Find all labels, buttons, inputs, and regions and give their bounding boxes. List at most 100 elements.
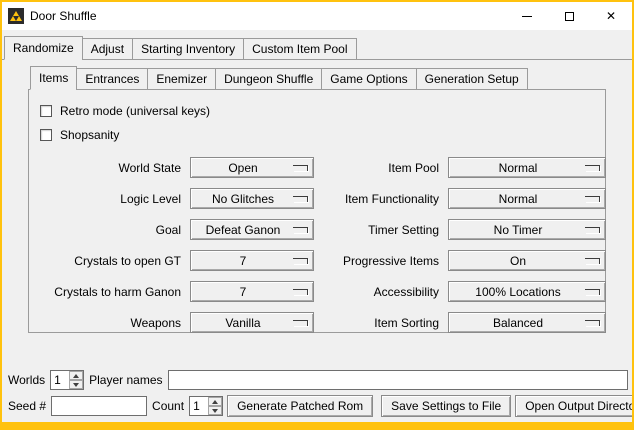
crystals-ganon-dropdown[interactable]: 7: [190, 281, 314, 302]
timer-setting-value: No Timer: [494, 223, 543, 237]
down-arrow-icon: [212, 409, 218, 413]
goal-value: Defeat Ganon: [206, 223, 281, 237]
weapons-value: Vanilla: [225, 316, 260, 330]
item-functionality-value: Normal: [499, 192, 538, 206]
item-pool-value: Normal: [499, 161, 538, 175]
tab-dungeon-shuffle[interactable]: Dungeon Shuffle: [215, 68, 322, 90]
tab-generation-setup[interactable]: Generation Setup: [416, 68, 528, 90]
window: Door Shuffle ✕ Randomize Adjust Starting…: [0, 0, 634, 430]
maximize-icon: [565, 12, 574, 21]
crystals-gt-dropdown[interactable]: 7: [190, 250, 314, 271]
player-names-input[interactable]: [168, 370, 629, 390]
minimize-button[interactable]: [506, 2, 548, 30]
accessibility-dropdown[interactable]: 100% Locations: [448, 281, 606, 302]
worlds-row: Worlds Player names: [7, 370, 628, 390]
dropdown-indicator-icon: [293, 258, 308, 264]
close-icon: ✕: [606, 10, 616, 22]
world-state-value: Open: [228, 161, 257, 175]
crystals-ganon-value: 7: [240, 285, 247, 299]
item-functionality-dropdown[interactable]: Normal: [448, 188, 606, 209]
tab-game-options[interactable]: Game Options: [321, 68, 416, 90]
app-icon: [8, 8, 24, 24]
progressive-items-value: On: [510, 254, 526, 268]
close-button[interactable]: ✕: [590, 2, 632, 30]
dropdown-indicator-icon: [585, 165, 600, 171]
worlds-up-button[interactable]: [69, 371, 83, 380]
worlds-label: Worlds: [7, 373, 46, 387]
seed-label: Seed #: [7, 399, 47, 413]
world-state-dropdown[interactable]: Open: [190, 157, 314, 178]
items-pane: Retro mode (universal keys) Shopsanity W…: [28, 89, 606, 333]
dropdown-indicator-icon: [293, 227, 308, 233]
seed-row: Seed # Count Generate Patched Rom Save S…: [7, 395, 628, 417]
worlds-input[interactable]: [51, 371, 69, 389]
bottom-bar: Worlds Player names Seed # Count: [2, 368, 632, 422]
item-functionality-label: Item Functionality: [321, 192, 441, 206]
timer-setting-dropdown[interactable]: No Timer: [448, 219, 606, 240]
tab-adjust[interactable]: Adjust: [82, 38, 133, 60]
count-up-button[interactable]: [208, 397, 222, 406]
randomize-pane: Items Entrances Enemizer Dungeon Shuffle…: [2, 60, 632, 368]
dropdown-indicator-icon: [293, 289, 308, 295]
count-input[interactable]: [190, 397, 208, 415]
options-grid: World State Open Item Pool Normal Logic …: [37, 157, 597, 333]
shopsanity-label: Shopsanity: [60, 128, 119, 142]
weapons-label: Weapons: [37, 316, 183, 330]
item-sorting-label: Item Sorting: [321, 316, 441, 330]
dropdown-indicator-icon: [585, 289, 600, 295]
inner-notebook: Items Entrances Enemizer Dungeon Shuffle…: [28, 65, 606, 333]
dropdown-indicator-icon: [293, 320, 308, 326]
progressive-items-dropdown[interactable]: On: [448, 250, 606, 271]
crystals-gt-label: Crystals to open GT: [37, 254, 183, 268]
item-pool-dropdown[interactable]: Normal: [448, 157, 606, 178]
timer-setting-label: Timer Setting: [321, 223, 441, 237]
retro-mode-label: Retro mode (universal keys): [60, 104, 210, 118]
tab-starting-inventory[interactable]: Starting Inventory: [132, 38, 244, 60]
logic-level-dropdown[interactable]: No Glitches: [190, 188, 314, 209]
tab-items[interactable]: Items: [30, 66, 77, 90]
accessibility-value: 100% Locations: [475, 285, 560, 299]
seed-input[interactable]: [51, 396, 147, 416]
worlds-down-button[interactable]: [69, 380, 83, 389]
accessibility-label: Accessibility: [321, 285, 441, 299]
progressive-items-label: Progressive Items: [321, 254, 441, 268]
goal-label: Goal: [37, 223, 183, 237]
tab-custom-item-pool[interactable]: Custom Item Pool: [243, 38, 356, 60]
item-sorting-dropdown[interactable]: Balanced: [448, 312, 606, 333]
inner-tabbar: Items Entrances Enemizer Dungeon Shuffle…: [28, 65, 606, 89]
dropdown-indicator-icon: [585, 227, 600, 233]
world-state-label: World State: [37, 161, 183, 175]
outer-tabbar: Randomize Adjust Starting Inventory Cust…: [2, 31, 632, 60]
dropdown-indicator-icon: [293, 196, 308, 202]
tab-enemizer[interactable]: Enemizer: [147, 68, 216, 90]
weapons-dropdown[interactable]: Vanilla: [190, 312, 314, 333]
window-title: Door Shuffle: [30, 9, 97, 23]
dropdown-indicator-icon: [585, 196, 600, 202]
count-spinner[interactable]: [189, 396, 223, 416]
count-label: Count: [151, 399, 185, 413]
up-arrow-icon: [212, 400, 218, 404]
crystals-gt-value: 7: [240, 254, 247, 268]
dropdown-indicator-icon: [293, 165, 308, 171]
tab-randomize[interactable]: Randomize: [4, 36, 83, 60]
goal-dropdown[interactable]: Defeat Ganon: [190, 219, 314, 240]
crystals-ganon-label: Crystals to harm Ganon: [37, 285, 183, 299]
item-sorting-value: Balanced: [493, 316, 543, 330]
count-spin-arrows: [208, 397, 222, 415]
checkbox-icon[interactable]: [40, 129, 52, 141]
down-arrow-icon: [73, 383, 79, 387]
worlds-spin-arrows: [69, 371, 83, 389]
open-output-directory-button[interactable]: Open Output Directory: [515, 395, 634, 417]
checkbox-icon[interactable]: [40, 105, 52, 117]
retro-mode-checkbox[interactable]: Retro mode (universal keys): [37, 99, 597, 123]
shopsanity-checkbox[interactable]: Shopsanity: [37, 123, 597, 147]
logic-level-label: Logic Level: [37, 192, 183, 206]
count-down-button[interactable]: [208, 406, 222, 415]
titlebar: Door Shuffle ✕: [2, 2, 632, 30]
save-settings-button[interactable]: Save Settings to File: [381, 395, 511, 417]
maximize-button[interactable]: [548, 2, 590, 30]
minimize-icon: [522, 16, 532, 17]
generate-patched-rom-button[interactable]: Generate Patched Rom: [227, 395, 373, 417]
worlds-spinner[interactable]: [50, 370, 84, 390]
tab-entrances[interactable]: Entrances: [76, 68, 148, 90]
